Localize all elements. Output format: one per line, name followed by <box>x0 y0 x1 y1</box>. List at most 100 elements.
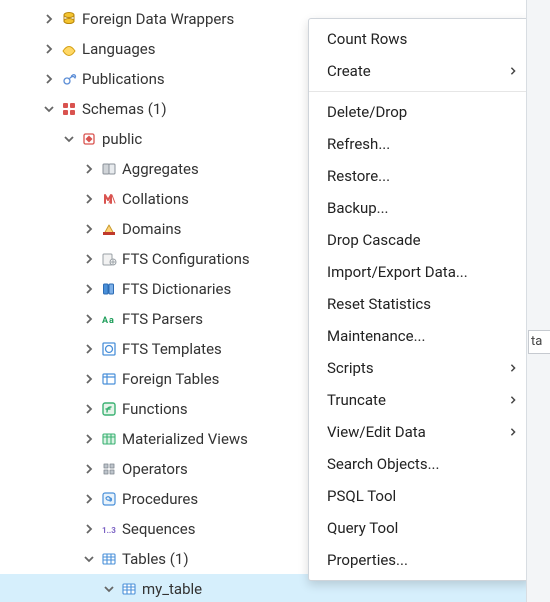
operators-icon <box>98 454 120 484</box>
chevron-right-icon[interactable] <box>80 454 98 484</box>
fdw-icon <box>58 4 80 34</box>
chevron-right-icon[interactable] <box>80 244 98 274</box>
aggregates-icon <box>98 154 120 184</box>
tree-item-label: Publications <box>80 64 165 94</box>
menu-item[interactable]: Query Tool <box>309 512 529 544</box>
menu-item[interactable]: Search Objects... <box>309 448 529 480</box>
tree-item-label: my_table <box>140 574 202 602</box>
menu-item-label: Properties... <box>327 551 408 569</box>
menu-item[interactable]: Backup... <box>309 192 529 224</box>
menu-item-label: Maintenance... <box>327 327 425 345</box>
menu-item-label: Query Tool <box>327 519 398 537</box>
publications-icon <box>58 64 80 94</box>
menu-item[interactable]: Reset Statistics <box>309 288 529 320</box>
tree-item-label: Foreign Tables <box>120 364 219 394</box>
chevron-right-icon[interactable] <box>80 364 98 394</box>
fts-parsers-icon: Aa <box>98 304 120 334</box>
tab-fragment: ta <box>528 330 550 354</box>
tree-item-label: FTS Templates <box>120 334 222 364</box>
menu-item[interactable]: Truncate <box>309 384 529 416</box>
menu-separator <box>309 91 529 92</box>
tables-icon <box>98 544 120 574</box>
chevron-right-icon <box>509 423 517 441</box>
tree-item-label: Functions <box>120 394 188 424</box>
menu-item[interactable]: PSQL Tool <box>309 480 529 512</box>
schemas-icon <box>58 94 80 124</box>
menu-item[interactable]: Maintenance... <box>309 320 529 352</box>
chevron-right-icon[interactable] <box>80 394 98 424</box>
chevron-right-icon[interactable] <box>80 184 98 214</box>
chevron-down-icon[interactable] <box>100 574 118 602</box>
menu-item-label: Import/Export Data... <box>327 263 468 281</box>
collations-icon <box>98 184 120 214</box>
menu-item-label: Search Objects... <box>327 455 439 473</box>
menu-item[interactable]: Refresh... <box>309 128 529 160</box>
menu-item[interactable]: View/Edit Data <box>309 416 529 448</box>
foreign-tables-icon <box>98 364 120 394</box>
languages-icon <box>58 34 80 64</box>
chevron-right-icon[interactable] <box>80 514 98 544</box>
menu-item[interactable]: Restore... <box>309 160 529 192</box>
menu-item[interactable]: Delete/Drop <box>309 96 529 128</box>
svg-text:A: A <box>102 316 109 326</box>
menu-item-label: Count Rows <box>327 30 407 48</box>
chevron-down-icon[interactable] <box>60 124 78 154</box>
schema-icon <box>78 124 100 154</box>
chevron-right-icon[interactable] <box>80 274 98 304</box>
context-menu: Count Rows Create Delete/Drop Refresh... Res… <box>308 18 530 581</box>
menu-item-label: Restore... <box>327 167 390 185</box>
browser-panel: Foreign Data WrappersLanguagesPublicatio… <box>0 0 550 602</box>
menu-item-label: Truncate <box>327 391 386 409</box>
menu-item[interactable]: Drop Cascade <box>309 224 529 256</box>
menu-item-label: Delete/Drop <box>327 103 407 121</box>
chevron-down-icon[interactable] <box>40 94 58 124</box>
table-icon <box>118 574 140 602</box>
tree-item-label: FTS Parsers <box>120 304 203 334</box>
tree-item-label: FTS Dictionaries <box>120 274 231 304</box>
menu-item[interactable]: Scripts <box>309 352 529 384</box>
chevron-right-icon[interactable] <box>80 484 98 514</box>
menu-item[interactable]: Count Rows <box>309 23 529 55</box>
chevron-right-icon[interactable] <box>80 154 98 184</box>
tree-item-label: Tables (1) <box>120 544 189 574</box>
matviews-icon <box>98 424 120 454</box>
menu-item-label: Refresh... <box>327 135 390 153</box>
svg-text:1..3: 1..3 <box>102 526 116 535</box>
tree-item-label: public <box>100 124 142 154</box>
functions-icon <box>98 394 120 424</box>
fts-dict-icon <box>98 274 120 304</box>
chevron-right-icon[interactable] <box>80 424 98 454</box>
menu-item-label: PSQL Tool <box>327 487 396 505</box>
tree-item-label: Sequences <box>120 514 195 544</box>
menu-item[interactable]: Properties... <box>309 544 529 576</box>
tree-item-label: Foreign Data Wrappers <box>80 4 234 34</box>
menu-item-label: Reset Statistics <box>327 295 431 313</box>
chevron-right-icon[interactable] <box>40 4 58 34</box>
chevron-down-icon[interactable] <box>80 544 98 574</box>
chevron-right-icon <box>509 359 517 377</box>
tree-item-label: Languages <box>80 34 156 64</box>
menu-item[interactable]: Import/Export Data... <box>309 256 529 288</box>
menu-item-label: View/Edit Data <box>327 423 426 441</box>
chevron-right-icon[interactable] <box>80 214 98 244</box>
chevron-right-icon[interactable] <box>80 334 98 364</box>
chevron-right-icon[interactable] <box>40 64 58 94</box>
menu-item[interactable]: Create <box>309 55 529 87</box>
svg-text:a: a <box>109 316 114 326</box>
tree-item-label: Schemas (1) <box>80 94 167 124</box>
chevron-right-icon[interactable] <box>40 34 58 64</box>
tree-item-label: Materialized Views <box>120 424 248 454</box>
tree-item-label: FTS Configurations <box>120 244 250 274</box>
tree-item-label: Procedures <box>120 484 198 514</box>
right-panel-edge <box>526 0 550 602</box>
tree-item-label: Domains <box>120 214 181 244</box>
menu-item-label: Drop Cascade <box>327 231 421 249</box>
tree-item-label: Operators <box>120 454 188 484</box>
chevron-right-icon <box>509 62 517 80</box>
menu-item-label: Scripts <box>327 359 374 377</box>
chevron-right-icon <box>509 391 517 409</box>
menu-item-label: Create <box>327 62 371 80</box>
fts-templates-icon <box>98 334 120 364</box>
sequences-icon: 1..3 <box>98 514 120 544</box>
chevron-right-icon[interactable] <box>80 304 98 334</box>
